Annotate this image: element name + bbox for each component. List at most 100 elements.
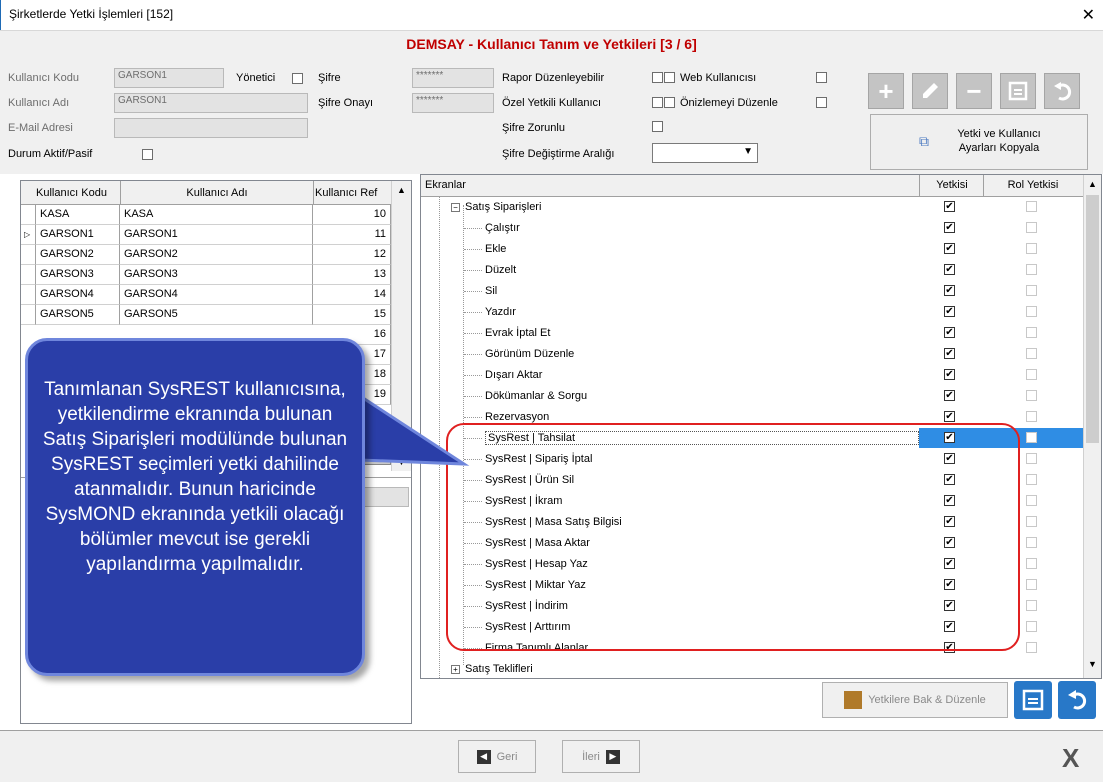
- yetki-checkbox[interactable]: ✔: [944, 264, 955, 275]
- save-button[interactable]: [1000, 73, 1036, 109]
- scroll-thumb[interactable]: [1086, 195, 1099, 443]
- close-form-button[interactable]: X: [1062, 743, 1079, 774]
- permission-row[interactable]: Evrak İptal Et ✔: [421, 323, 1083, 344]
- rol-checkbox[interactable]: [1026, 453, 1037, 464]
- permission-row[interactable]: Ekle ✔: [421, 239, 1083, 260]
- yetki-checkbox[interactable]: ✔: [944, 222, 955, 233]
- rol-checkbox[interactable]: [1026, 621, 1037, 632]
- rol-checkbox[interactable]: [1026, 264, 1037, 275]
- delete-button[interactable]: −: [956, 73, 992, 109]
- group-row[interactable]: + Satış Teklifleri: [421, 659, 1083, 678]
- yetki-checkbox[interactable]: ✔: [944, 243, 955, 254]
- col-yetkisi[interactable]: Yetkisi: [921, 179, 983, 191]
- row-selector[interactable]: [21, 245, 36, 265]
- yonetici-checkbox[interactable]: [292, 73, 303, 84]
- row-selector[interactable]: [21, 305, 36, 325]
- expand-icon[interactable]: +: [451, 665, 460, 674]
- row-selector[interactable]: [21, 205, 36, 225]
- permission-row[interactable]: Sil ✔: [421, 281, 1083, 302]
- yetki-checkbox[interactable]: ✔: [944, 390, 955, 401]
- sifre-field[interactable]: *******: [412, 68, 494, 88]
- tree-line: [464, 333, 482, 334]
- kullanici-adi-field[interactable]: GARSON1: [114, 93, 308, 113]
- email-field[interactable]: [114, 118, 308, 138]
- copy-settings-button[interactable]: ⧉ Yetki ve Kullanıcı Ayarları Kopyala: [870, 114, 1088, 170]
- table-row[interactable]: GARSON3 GARSON3 13: [21, 265, 391, 285]
- undo-button[interactable]: [1044, 73, 1080, 109]
- rol-checkbox[interactable]: [1026, 348, 1037, 359]
- web-checkbox[interactable]: [664, 72, 675, 83]
- permission-row[interactable]: Yazdır ✔: [421, 302, 1083, 323]
- rol-checkbox[interactable]: [1026, 432, 1037, 443]
- tree-line: [464, 375, 482, 376]
- sifre-aralik-select[interactable]: ▼: [652, 143, 758, 163]
- edit-button[interactable]: [912, 73, 948, 109]
- table-row[interactable]: KASA KASA 10: [21, 205, 391, 225]
- rol-checkbox[interactable]: [1026, 411, 1037, 422]
- ileri-button[interactable]: İleri ▶: [562, 740, 640, 773]
- rol-checkbox[interactable]: [1026, 222, 1037, 233]
- rol-checkbox[interactable]: [1026, 537, 1037, 548]
- col-rol-yetkisi[interactable]: Rol Yetkisi: [985, 179, 1081, 191]
- rol-checkbox[interactable]: [1026, 285, 1037, 296]
- onizleme-checkbox[interactable]: [816, 97, 827, 108]
- group-row[interactable]: − Satış Siparişleri ✔: [421, 197, 1083, 218]
- rol-checkbox[interactable]: [1026, 495, 1037, 506]
- save-bottom-button[interactable]: [1014, 681, 1052, 719]
- rol-checkbox[interactable]: [1026, 306, 1037, 317]
- row-selector[interactable]: [21, 265, 36, 285]
- rol-checkbox[interactable]: [1026, 516, 1037, 527]
- kullanici-kodu-field[interactable]: GARSON1: [114, 68, 224, 88]
- table-cell: GARSON3: [120, 265, 313, 285]
- rol-checkbox[interactable]: [1026, 327, 1037, 338]
- geri-button[interactable]: ◀ Geri: [458, 740, 536, 773]
- rol-checkbox[interactable]: [1026, 243, 1037, 254]
- rol-checkbox[interactable]: [1026, 642, 1037, 653]
- rol-checkbox[interactable]: [1026, 600, 1037, 611]
- col-kullanici-ref[interactable]: Kullanıcı Ref: [315, 187, 389, 199]
- permissions-scrollbar[interactable]: ▲ ▼: [1083, 175, 1101, 678]
- sifre-zorunlu-checkbox[interactable]: [652, 121, 663, 132]
- window-close-button[interactable]: ✕: [1082, 5, 1095, 25]
- collapse-icon[interactable]: −: [451, 203, 460, 212]
- undo-bottom-button[interactable]: [1058, 681, 1096, 719]
- permission-row[interactable]: Çalıştır ✔: [421, 218, 1083, 239]
- rol-checkbox[interactable]: [1026, 474, 1037, 485]
- rapor-checkbox[interactable]: [652, 72, 663, 83]
- permission-row[interactable]: Görünüm Düzenle ✔: [421, 344, 1083, 365]
- rol-checkbox[interactable]: [1026, 201, 1037, 212]
- row-selector[interactable]: ▷: [21, 225, 36, 245]
- yetki-checkbox[interactable]: ✔: [944, 306, 955, 317]
- rol-checkbox[interactable]: [1026, 579, 1037, 590]
- yetki-checkbox[interactable]: ✔: [944, 369, 955, 380]
- rol-checkbox[interactable]: [1026, 390, 1037, 401]
- onizleme-left-checkbox[interactable]: [664, 97, 675, 108]
- ozel-checkbox[interactable]: [652, 97, 663, 108]
- yetki-checkbox[interactable]: ✔: [944, 327, 955, 338]
- rol-checkbox[interactable]: [1026, 558, 1037, 569]
- col-kullanici-adi[interactable]: Kullanıcı Adı: [121, 187, 313, 199]
- sifre-onay-field[interactable]: *******: [412, 93, 494, 113]
- permission-row[interactable]: Dökümanlar & Sorgu ✔: [421, 386, 1083, 407]
- durum-checkbox[interactable]: [142, 149, 153, 160]
- table-row[interactable]: GARSON5 GARSON5 15: [21, 305, 391, 325]
- col-kullanici-kodu[interactable]: Kullanıcı Kodu: [36, 187, 120, 199]
- web-right-checkbox[interactable]: [816, 72, 827, 83]
- rol-checkbox[interactable]: [1026, 369, 1037, 380]
- yetki-checkbox[interactable]: ✔: [944, 285, 955, 296]
- table-cell: GARSON4: [120, 285, 313, 305]
- yetki-checkbox[interactable]: ✔: [944, 201, 955, 212]
- permission-row[interactable]: Dışarı Aktar ✔: [421, 365, 1083, 386]
- col-ekranlar[interactable]: Ekranlar: [425, 179, 466, 191]
- add-button[interactable]: +: [868, 73, 904, 109]
- permission-row[interactable]: Düzelt ✔: [421, 260, 1083, 281]
- permission-label: Düzelt: [485, 264, 517, 276]
- table-row[interactable]: GARSON2 GARSON2 12: [21, 245, 391, 265]
- yetkilere-bak-button[interactable]: Yetkilere Bak & Düzenle: [822, 682, 1008, 718]
- table-row[interactable]: GARSON4 GARSON4 14: [21, 285, 391, 305]
- durum-label: Durum Aktif/Pasif: [8, 148, 93, 160]
- yetki-checkbox[interactable]: ✔: [944, 411, 955, 422]
- yetki-checkbox[interactable]: ✔: [944, 348, 955, 359]
- row-selector[interactable]: [21, 285, 36, 305]
- table-row[interactable]: ▷ GARSON1 GARSON1 11: [21, 225, 391, 245]
